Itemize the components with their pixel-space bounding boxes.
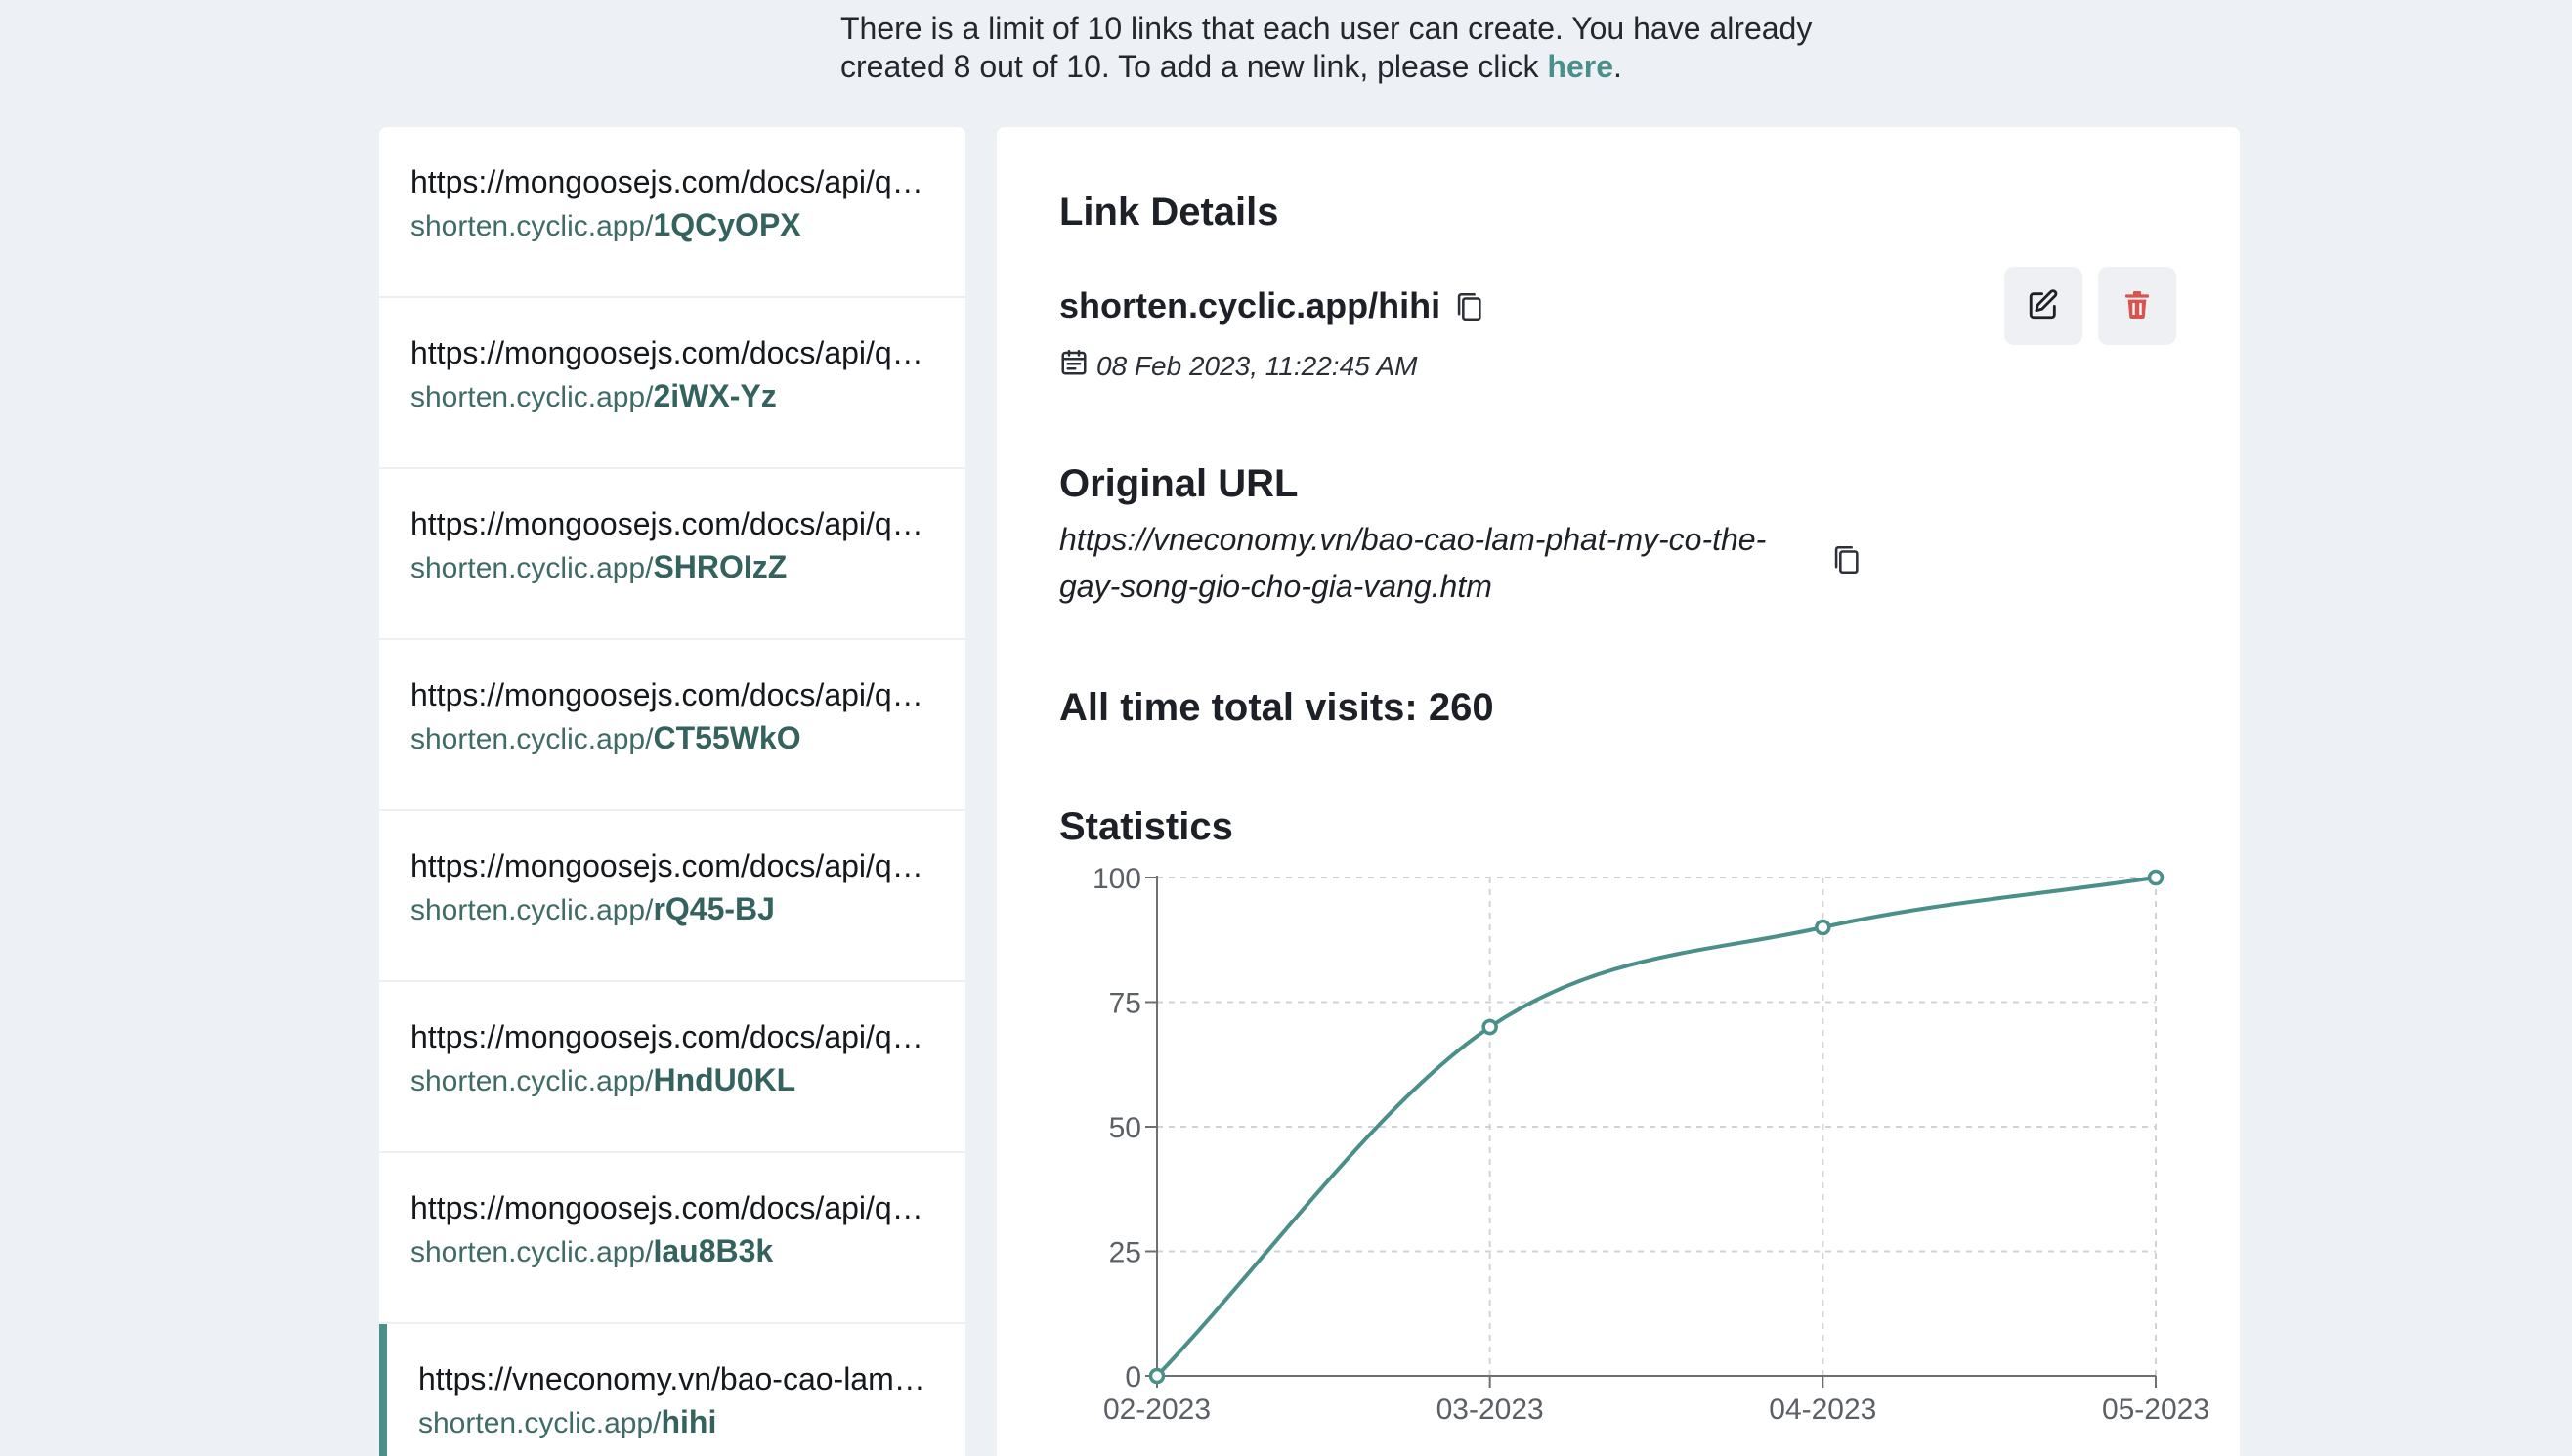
link-code: SHROIzZ <box>653 549 788 584</box>
link-code: HndU0KL <box>653 1062 796 1097</box>
chart-data-point <box>2147 869 2165 886</box>
link-list-item[interactable]: https://mongoosejs.com/docs/api/query.ht… <box>379 469 965 640</box>
add-link-here-link[interactable]: here <box>1547 49 1613 84</box>
link-original-url: https://mongoosejs.com/docs/api/query.ht… <box>410 677 933 712</box>
link-domain: shorten.cyclic.app/ <box>418 1407 662 1439</box>
statistics-chart: 0 25 50 75 100 02-2023 03-2023 04-2023 05-2023 <box>1093 863 2209 1426</box>
chart-ytick-label: 75 <box>1109 988 1141 1020</box>
notice-text-end: . <box>1613 49 1622 84</box>
link-original-url: https://mongoosejs.com/docs/api/query.ht… <box>410 848 933 883</box>
link-list-item[interactable]: https://mongoosejs.com/docs/api/query.ht… <box>379 127 965 298</box>
link-original-url: https://mongoosejs.com/docs/api/query.ht… <box>410 1190 933 1225</box>
link-details-panel: Link Details shorten.cyclic.app/hihi 08 … <box>997 127 2240 1456</box>
notice-text: There is a limit of 10 links that each u… <box>840 11 1813 84</box>
link-domain: shorten.cyclic.app/ <box>410 552 654 584</box>
link-original-url: https://mongoosejs.com/docs/api/query.ht… <box>410 335 933 370</box>
chart-ytick-label: 50 <box>1109 1112 1141 1144</box>
links-list: https://mongoosejs.com/docs/api/query.ht… <box>379 127 965 1456</box>
chart-xtick-label: 03-2023 <box>1436 1393 1544 1426</box>
link-domain: shorten.cyclic.app/ <box>410 381 654 413</box>
chart-xtick-label: 04-2023 <box>1769 1393 1876 1426</box>
link-code: rQ45-BJ <box>653 891 775 926</box>
link-domain: shorten.cyclic.app/ <box>410 210 654 242</box>
link-original-url: https://mongoosejs.com/docs/api/query.ht… <box>410 1019 933 1054</box>
chart-data-point <box>1481 1018 1498 1036</box>
link-domain: shorten.cyclic.app/ <box>410 723 654 755</box>
link-list-item-selected[interactable]: https://vneconomy.vn/bao-cao-lam-phat-my… <box>379 1324 965 1456</box>
chart-data-point <box>1815 919 1831 936</box>
link-code: 1QCyOPX <box>653 207 801 242</box>
chart-xtick-label: 02-2023 <box>1103 1393 1211 1426</box>
link-domain: shorten.cyclic.app/ <box>410 894 654 926</box>
link-list-item[interactable]: https://mongoosejs.com/docs/api/query.ht… <box>379 982 965 1153</box>
chart-xtick-label: 05-2023 <box>2102 1393 2209 1426</box>
link-code: Iau8B3k <box>653 1233 774 1268</box>
link-limit-notice: There is a limit of 10 links that each u… <box>840 10 1818 86</box>
chart-data-point <box>1148 1367 1166 1385</box>
link-list-item[interactable]: https://mongoosejs.com/docs/api/query.ht… <box>379 1153 965 1324</box>
link-code: CT55WkO <box>653 720 801 755</box>
link-original-url: https://mongoosejs.com/docs/api/query.ht… <box>410 164 933 199</box>
link-original-url: https://vneconomy.vn/bao-cao-lam-phat-my… <box>418 1361 926 1396</box>
link-original-url: https://mongoosejs.com/docs/api/query.ht… <box>410 506 933 541</box>
chart-ytick-label: 100 <box>1093 863 1141 895</box>
link-list-item[interactable]: https://mongoosejs.com/docs/api/query.ht… <box>379 298 965 469</box>
link-domain: shorten.cyclic.app/ <box>410 1236 654 1268</box>
link-code: 2iWX-Yz <box>653 378 777 413</box>
link-code: hihi <box>661 1404 717 1439</box>
chart-ytick-label: 25 <box>1109 1237 1141 1269</box>
link-list-item[interactable]: https://mongoosejs.com/docs/api/query.ht… <box>379 811 965 982</box>
link-domain: shorten.cyclic.app/ <box>410 1065 654 1097</box>
chart-ytick-label: 0 <box>1125 1361 1141 1393</box>
link-list-item[interactable]: https://mongoosejs.com/docs/api/query.ht… <box>379 640 965 811</box>
